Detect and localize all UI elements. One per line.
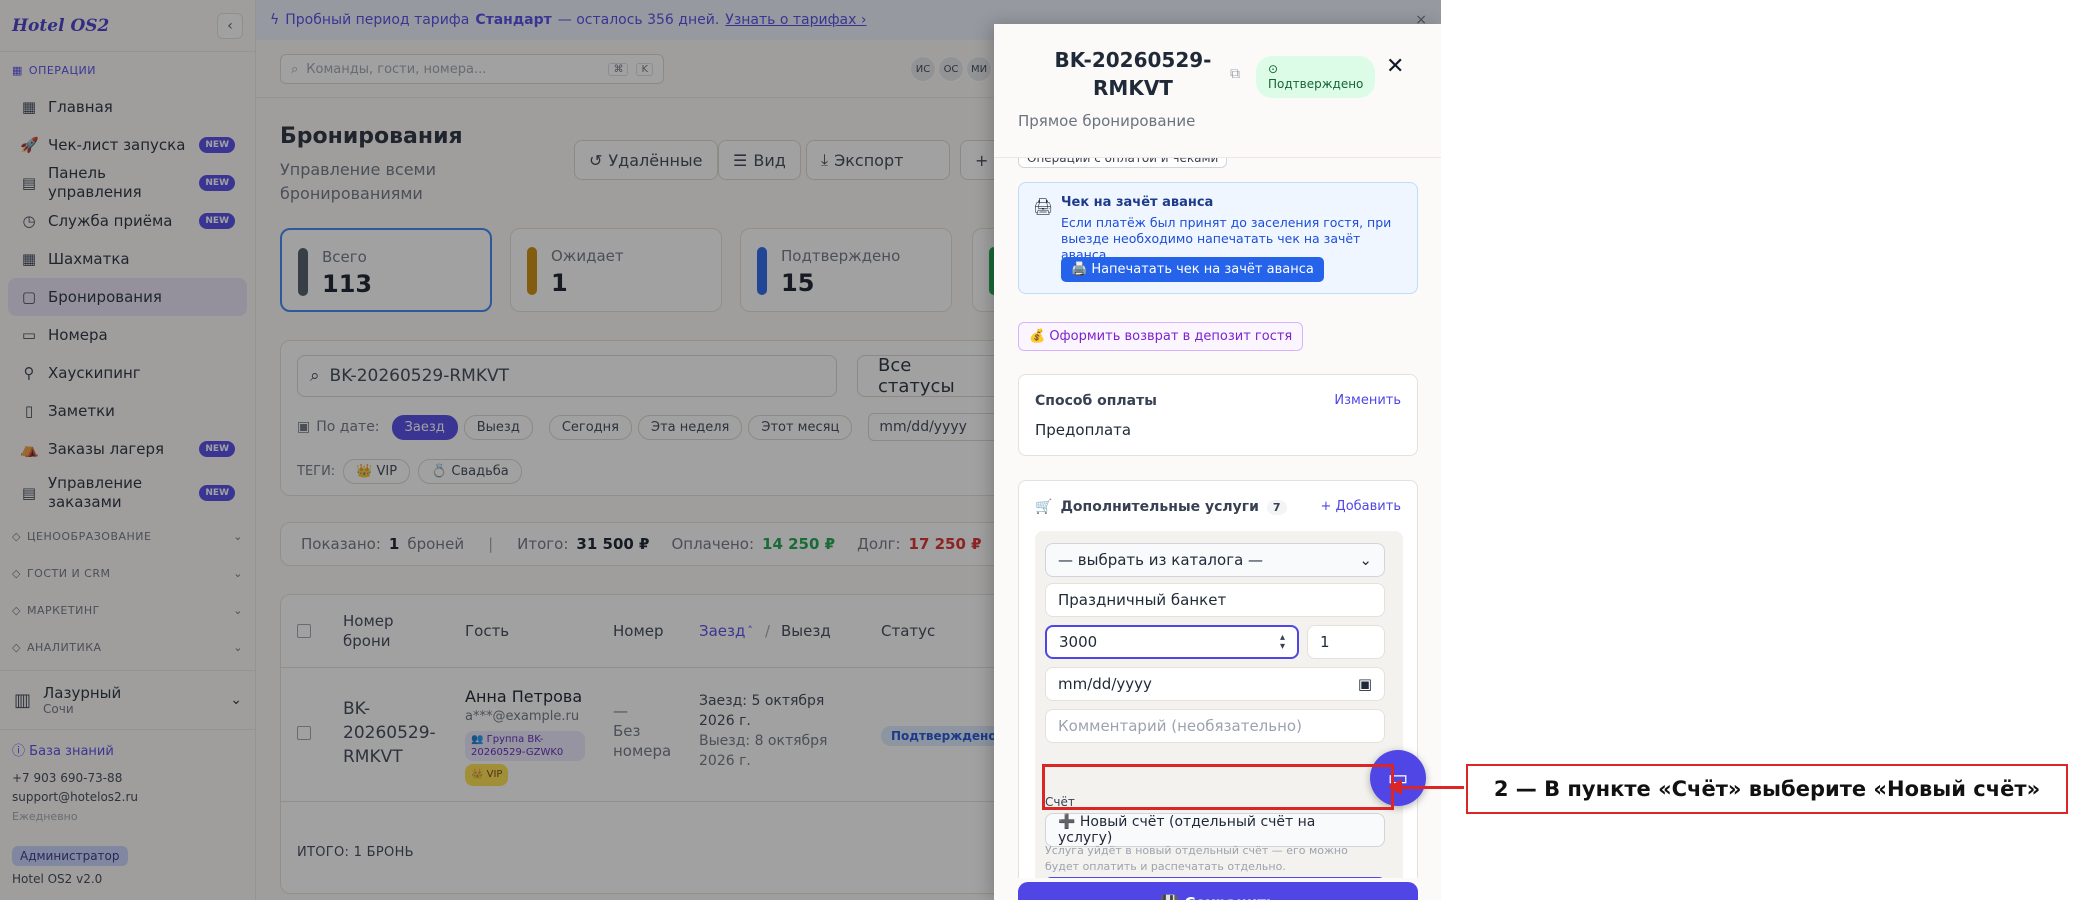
chevron-down-icon: ⌄ bbox=[1359, 551, 1372, 569]
service-name-input[interactable]: Праздничный банкет bbox=[1045, 583, 1385, 617]
service-form: — выбрать из каталога — ⌄ Праздничный бан… bbox=[1035, 531, 1403, 878]
cart-icon: 🛒 bbox=[1035, 499, 1053, 515]
invoice-hint: Услуга уйдёт в новый отдельный счёт — ег… bbox=[1045, 844, 1348, 873]
status-badge: ⊙ Подтверждено bbox=[1256, 56, 1376, 98]
extra-services-card: 🛒 Дополнительные услуги 7 + Добавить — в… bbox=[1018, 480, 1418, 878]
quantity-input[interactable]: 1 bbox=[1307, 625, 1385, 659]
services-header: 🛒 Дополнительные услуги 7 bbox=[1035, 499, 1287, 515]
payment-method-card: Способ оплаты Изменить Предоплата bbox=[1018, 374, 1418, 456]
invoice-select[interactable]: ➕ Новый счёт (отдельный счёт на услугу) bbox=[1045, 813, 1385, 847]
check-circle-icon: ⊙ bbox=[1268, 62, 1279, 76]
payment-method-title: Способ оплаты bbox=[1035, 393, 1157, 409]
change-payment-link[interactable]: Изменить bbox=[1334, 393, 1401, 408]
save-button[interactable]: 💾 Сохранить bbox=[1018, 882, 1418, 900]
drawer-header: BK-20260529-RMKVT ⧉ ⊙ Подтверждено ✕ Прям… bbox=[994, 24, 1441, 158]
annotation-arrow bbox=[1394, 786, 1464, 789]
service-date-input[interactable]: mm/dd/yyyy ▣ bbox=[1045, 667, 1385, 701]
date-placeholder: mm/dd/yyyy bbox=[1058, 675, 1152, 693]
advance-receipt-card: 🖨 Чек на зачёт аванса Если платёж был пр… bbox=[1018, 182, 1418, 294]
calendar-icon[interactable]: ▣ bbox=[1358, 675, 1372, 693]
comment-input[interactable]: Комментарий (необязательно) bbox=[1045, 709, 1385, 743]
drawer-subtitle: Прямое бронирование bbox=[1018, 112, 1196, 130]
services-count: 7 bbox=[1266, 499, 1287, 515]
status-label: Подтверждено bbox=[1268, 77, 1364, 91]
catalog-value: — выбрать из каталога — bbox=[1058, 551, 1264, 569]
advance-text: Если платёж был принят до заселения гост… bbox=[1061, 215, 1392, 262]
price-input[interactable]: 3000 ▴ ▾ bbox=[1045, 625, 1299, 659]
annotation-arrowhead bbox=[1388, 779, 1402, 795]
payment-method-value: Предоплата bbox=[1035, 421, 1132, 439]
annotation-highlight-box bbox=[1042, 764, 1394, 810]
services-title: Дополнительные услуги bbox=[1060, 499, 1259, 515]
drawer-title: BK-20260529-RMKVT bbox=[1054, 48, 1212, 100]
refund-deposit-button[interactable]: 💰 Оформить возврат в депозит гостя bbox=[1018, 322, 1304, 351]
print-advance-button[interactable]: 🖨️ Напечатать чек на зачёт аванса bbox=[1061, 257, 1324, 282]
copy-icon[interactable]: ⧉ bbox=[1230, 66, 1240, 82]
printer-icon: 🖨 bbox=[1033, 197, 1054, 216]
price-value: 3000 bbox=[1059, 633, 1098, 651]
close-icon[interactable]: ✕ bbox=[1386, 54, 1404, 79]
catalog-select[interactable]: — выбрать из каталога — ⌄ bbox=[1045, 543, 1385, 577]
payment-ops-tab[interactable]: Операции с оплатой и чеками bbox=[1018, 158, 1228, 168]
submit-service-button[interactable] bbox=[1045, 877, 1385, 878]
stepper-icon[interactable]: ▴ ▾ bbox=[1280, 633, 1285, 652]
advance-title: Чек на зачёт аванса bbox=[1061, 195, 1214, 210]
annotation-callout: 2 — В пункте «Счёт» выберите «Новый счёт… bbox=[1466, 764, 2068, 814]
add-service-link[interactable]: + Добавить bbox=[1321, 499, 1401, 514]
